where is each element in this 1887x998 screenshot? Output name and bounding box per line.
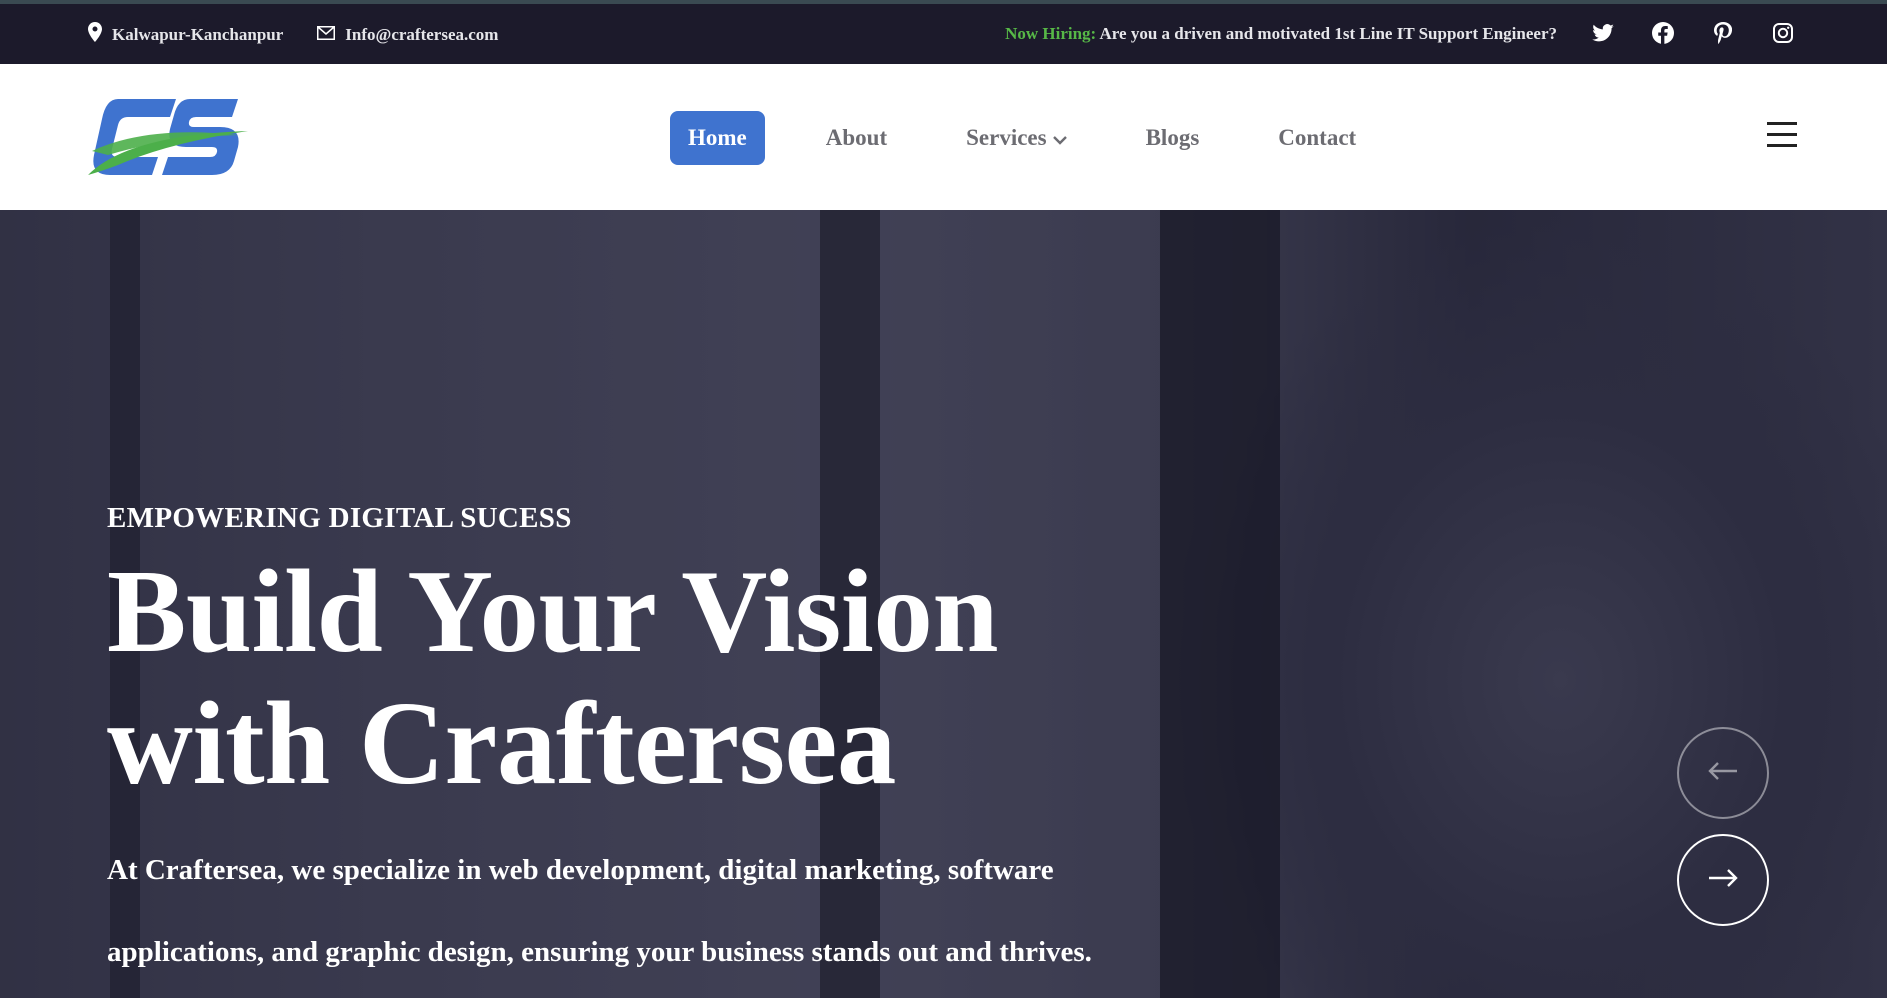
hiring-text[interactable]: Are you a driven and motivated 1st Line … [1100, 24, 1557, 43]
location-text: Kalwapur-Kanchanpur [112, 24, 284, 44]
nav-about-label: About [825, 125, 888, 150]
arrow-right-icon [1707, 868, 1739, 893]
chevron-down-icon [1052, 111, 1067, 165]
site-header: Home About Services Blogs Contact [0, 64, 1887, 210]
email[interactable]: Info@craftersea.com [317, 25, 498, 45]
hero-description-line1: At Craftersea, we specialize in web deve… [107, 854, 1054, 886]
hero-headline: Build Your Vision with Craftersea [107, 545, 1157, 809]
hero-headline-line1: Build Your Vision [107, 545, 999, 677]
nav-home[interactable]: Home [670, 111, 765, 165]
email-text[interactable]: Info@craftersea.com [345, 25, 498, 45]
nav-contact-label: Contact [1278, 125, 1357, 150]
nav-blogs[interactable]: Blogs [1128, 111, 1218, 165]
twitter-icon[interactable] [1591, 21, 1615, 45]
location: Kalwapur-Kanchanpur [88, 22, 283, 47]
nav-about[interactable]: About [808, 111, 905, 165]
nav-contact[interactable]: Contact [1260, 111, 1374, 165]
hero-content: EMPOWERING DIGITAL SUCESS Build Your Vis… [107, 502, 1157, 993]
nav-services[interactable]: Services [948, 111, 1084, 165]
instagram-icon[interactable] [1771, 21, 1795, 45]
pinterest-icon[interactable] [1711, 21, 1735, 45]
hero-slider: EMPOWERING DIGITAL SUCESS Build Your Vis… [0, 210, 1887, 998]
mail-icon [317, 25, 336, 45]
nav-home-label: Home [688, 125, 747, 150]
hiring-banner[interactable]: Now Hiring: Are you a driven and motivat… [1005, 24, 1557, 44]
hero-description-line2: applications, and graphic design, ensuri… [107, 936, 1092, 968]
hero-headline-line2: with Craftersea [107, 677, 896, 809]
topbar: Kalwapur-Kanchanpur Info@craftersea.com … [0, 0, 1887, 64]
slider-next-button[interactable] [1677, 834, 1769, 926]
contact-info: Kalwapur-Kanchanpur Info@craftersea.com [88, 22, 498, 47]
nav-blogs-label: Blogs [1145, 125, 1200, 150]
hiring-tag: Now Hiring: [1005, 24, 1097, 43]
hero-description: At Craftersea, we specialize in web deve… [107, 829, 1157, 993]
social-links [1591, 21, 1795, 45]
logo[interactable] [88, 95, 248, 179]
slider-prev-button[interactable] [1677, 727, 1769, 819]
arrow-left-icon [1707, 761, 1739, 786]
facebook-icon[interactable] [1651, 21, 1675, 45]
map-pin-icon [88, 22, 102, 47]
menu-icon[interactable] [1767, 122, 1797, 150]
main-nav: Home About Services Blogs Contact [670, 111, 1417, 165]
nav-services-label: Services [966, 125, 1047, 150]
hero-eyebrow: EMPOWERING DIGITAL SUCESS [107, 502, 572, 534]
